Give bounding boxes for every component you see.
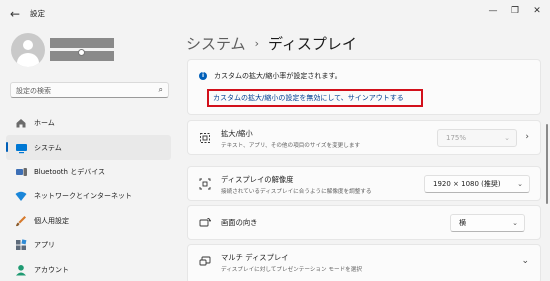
search-input[interactable]	[16, 85, 151, 96]
multiple-displays-icon	[198, 255, 211, 268]
row-title: 拡大/縮小	[221, 129, 253, 138]
orientation-value: 横	[459, 219, 466, 227]
breadcrumb: システム › ディスプレイ	[186, 33, 357, 54]
bluetooth-icon	[14, 165, 28, 179]
orientation-icon	[198, 216, 211, 229]
scale-value: 175%	[446, 134, 467, 142]
resolution-value: 1920 × 1080 (推奨)	[433, 180, 501, 188]
resolution-icon	[198, 177, 211, 190]
sidebar-nav: ホーム システム Bluetooth とデバイス ネットワークとインターネット …	[6, 111, 171, 281]
apps-icon	[14, 238, 28, 252]
window-title: 設定	[30, 9, 45, 18]
sidebar-item-account[interactable]: アカウント	[6, 257, 171, 281]
sidebar-item-label: アカウント	[34, 265, 69, 274]
window-controls: — ❐ ✕	[486, 4, 544, 18]
home-icon	[14, 116, 28, 130]
settings-search[interactable]: ⌕	[10, 82, 169, 98]
redaction-marker	[78, 49, 85, 56]
maximize-icon[interactable]: ❐	[508, 4, 522, 18]
sidebar-item-label: ネットワークとインターネット	[34, 192, 132, 201]
sidebar-item-label: システム	[34, 143, 62, 152]
minimize-icon[interactable]: —	[486, 4, 500, 18]
page-title: ディスプレイ	[267, 35, 357, 53]
avatar[interactable]	[11, 33, 45, 67]
sidebar-item-personalization[interactable]: 個人用設定	[6, 209, 171, 233]
chevron-down-icon: ⌄	[504, 134, 510, 142]
orientation-setting-row: 画面の向き 横 ⌄	[187, 205, 541, 240]
scrollbar[interactable]	[546, 124, 548, 204]
resolution-dropdown[interactable]: 1920 × 1080 (推奨) ⌄	[424, 175, 530, 193]
row-subtitle: 接続されているディスプレイに合うように解像度を調整する	[221, 189, 372, 195]
row-subtitle: テキスト、アプリ、その他の項目のサイズを変更します	[221, 143, 361, 149]
chevron-down-icon: ⌄	[512, 219, 518, 227]
title-bar: ← 設定 — ❐ ✕	[0, 0, 550, 28]
chevron-down-icon[interactable]: ⌄	[521, 256, 529, 266]
orientation-dropdown[interactable]: 横 ⌄	[450, 214, 525, 232]
sidebar-item-bluetooth[interactable]: Bluetooth とデバイス	[6, 160, 171, 184]
breadcrumb-separator: ›	[254, 37, 259, 50]
redacted-username	[50, 38, 114, 48]
sidebar-item-label: 個人用設定	[34, 216, 69, 225]
scale-dropdown[interactable]: 175% ⌄	[437, 129, 517, 147]
multiple-displays-row[interactable]: マルチ ディスプレイ ディスプレイに対してプレゼンテーション モードを選択 ⌄	[187, 244, 541, 281]
chevron-right-icon[interactable]: ›	[525, 132, 529, 142]
back-arrow-icon[interactable]: ←	[7, 6, 23, 22]
row-title: 画面の向き	[221, 218, 258, 227]
scaling-notice-card: i カスタムの拡大/縮小率が設定されます。 カスタムの拡大/縮小の設定を無効にし…	[187, 59, 541, 115]
sidebar-item-label: ホーム	[34, 119, 55, 128]
breadcrumb-parent[interactable]: システム	[186, 33, 246, 54]
account-icon	[14, 263, 28, 277]
sidebar-item-label: Bluetooth とデバイス	[34, 167, 105, 176]
personalization-icon	[14, 214, 28, 228]
info-icon: i	[199, 72, 207, 80]
sidebar-item-home[interactable]: ホーム	[6, 111, 171, 135]
row-title: ディスプレイの解像度	[221, 175, 294, 184]
disable-custom-scaling-link[interactable]: カスタムの拡大/縮小の設定を無効にして、サインアウトする	[207, 89, 423, 107]
chevron-down-icon: ⌄	[517, 180, 523, 188]
sidebar-item-network[interactable]: ネットワークとインターネット	[6, 184, 171, 208]
search-icon[interactable]: ⌕	[159, 85, 163, 95]
close-icon[interactable]: ✕	[530, 4, 544, 18]
network-icon	[14, 189, 28, 203]
scale-setting-row[interactable]: 拡大/縮小 テキスト、アプリ、その他の項目のサイズを変更します 175% ⌄ ›	[187, 120, 541, 155]
sidebar-item-apps[interactable]: アプリ	[6, 233, 171, 257]
scale-icon	[198, 131, 211, 144]
notice-text: カスタムの拡大/縮小率が設定されます。	[214, 72, 342, 80]
system-icon	[14, 141, 28, 155]
sidebar-item-label: アプリ	[34, 241, 55, 250]
resolution-setting-row: ディスプレイの解像度 接続されているディスプレイに合うように解像度を調整する 1…	[187, 166, 541, 201]
row-title: マルチ ディスプレイ	[221, 253, 289, 262]
row-subtitle: ディスプレイに対してプレゼンテーション モードを選択	[221, 267, 362, 273]
sidebar-item-system[interactable]: システム	[6, 135, 171, 160]
